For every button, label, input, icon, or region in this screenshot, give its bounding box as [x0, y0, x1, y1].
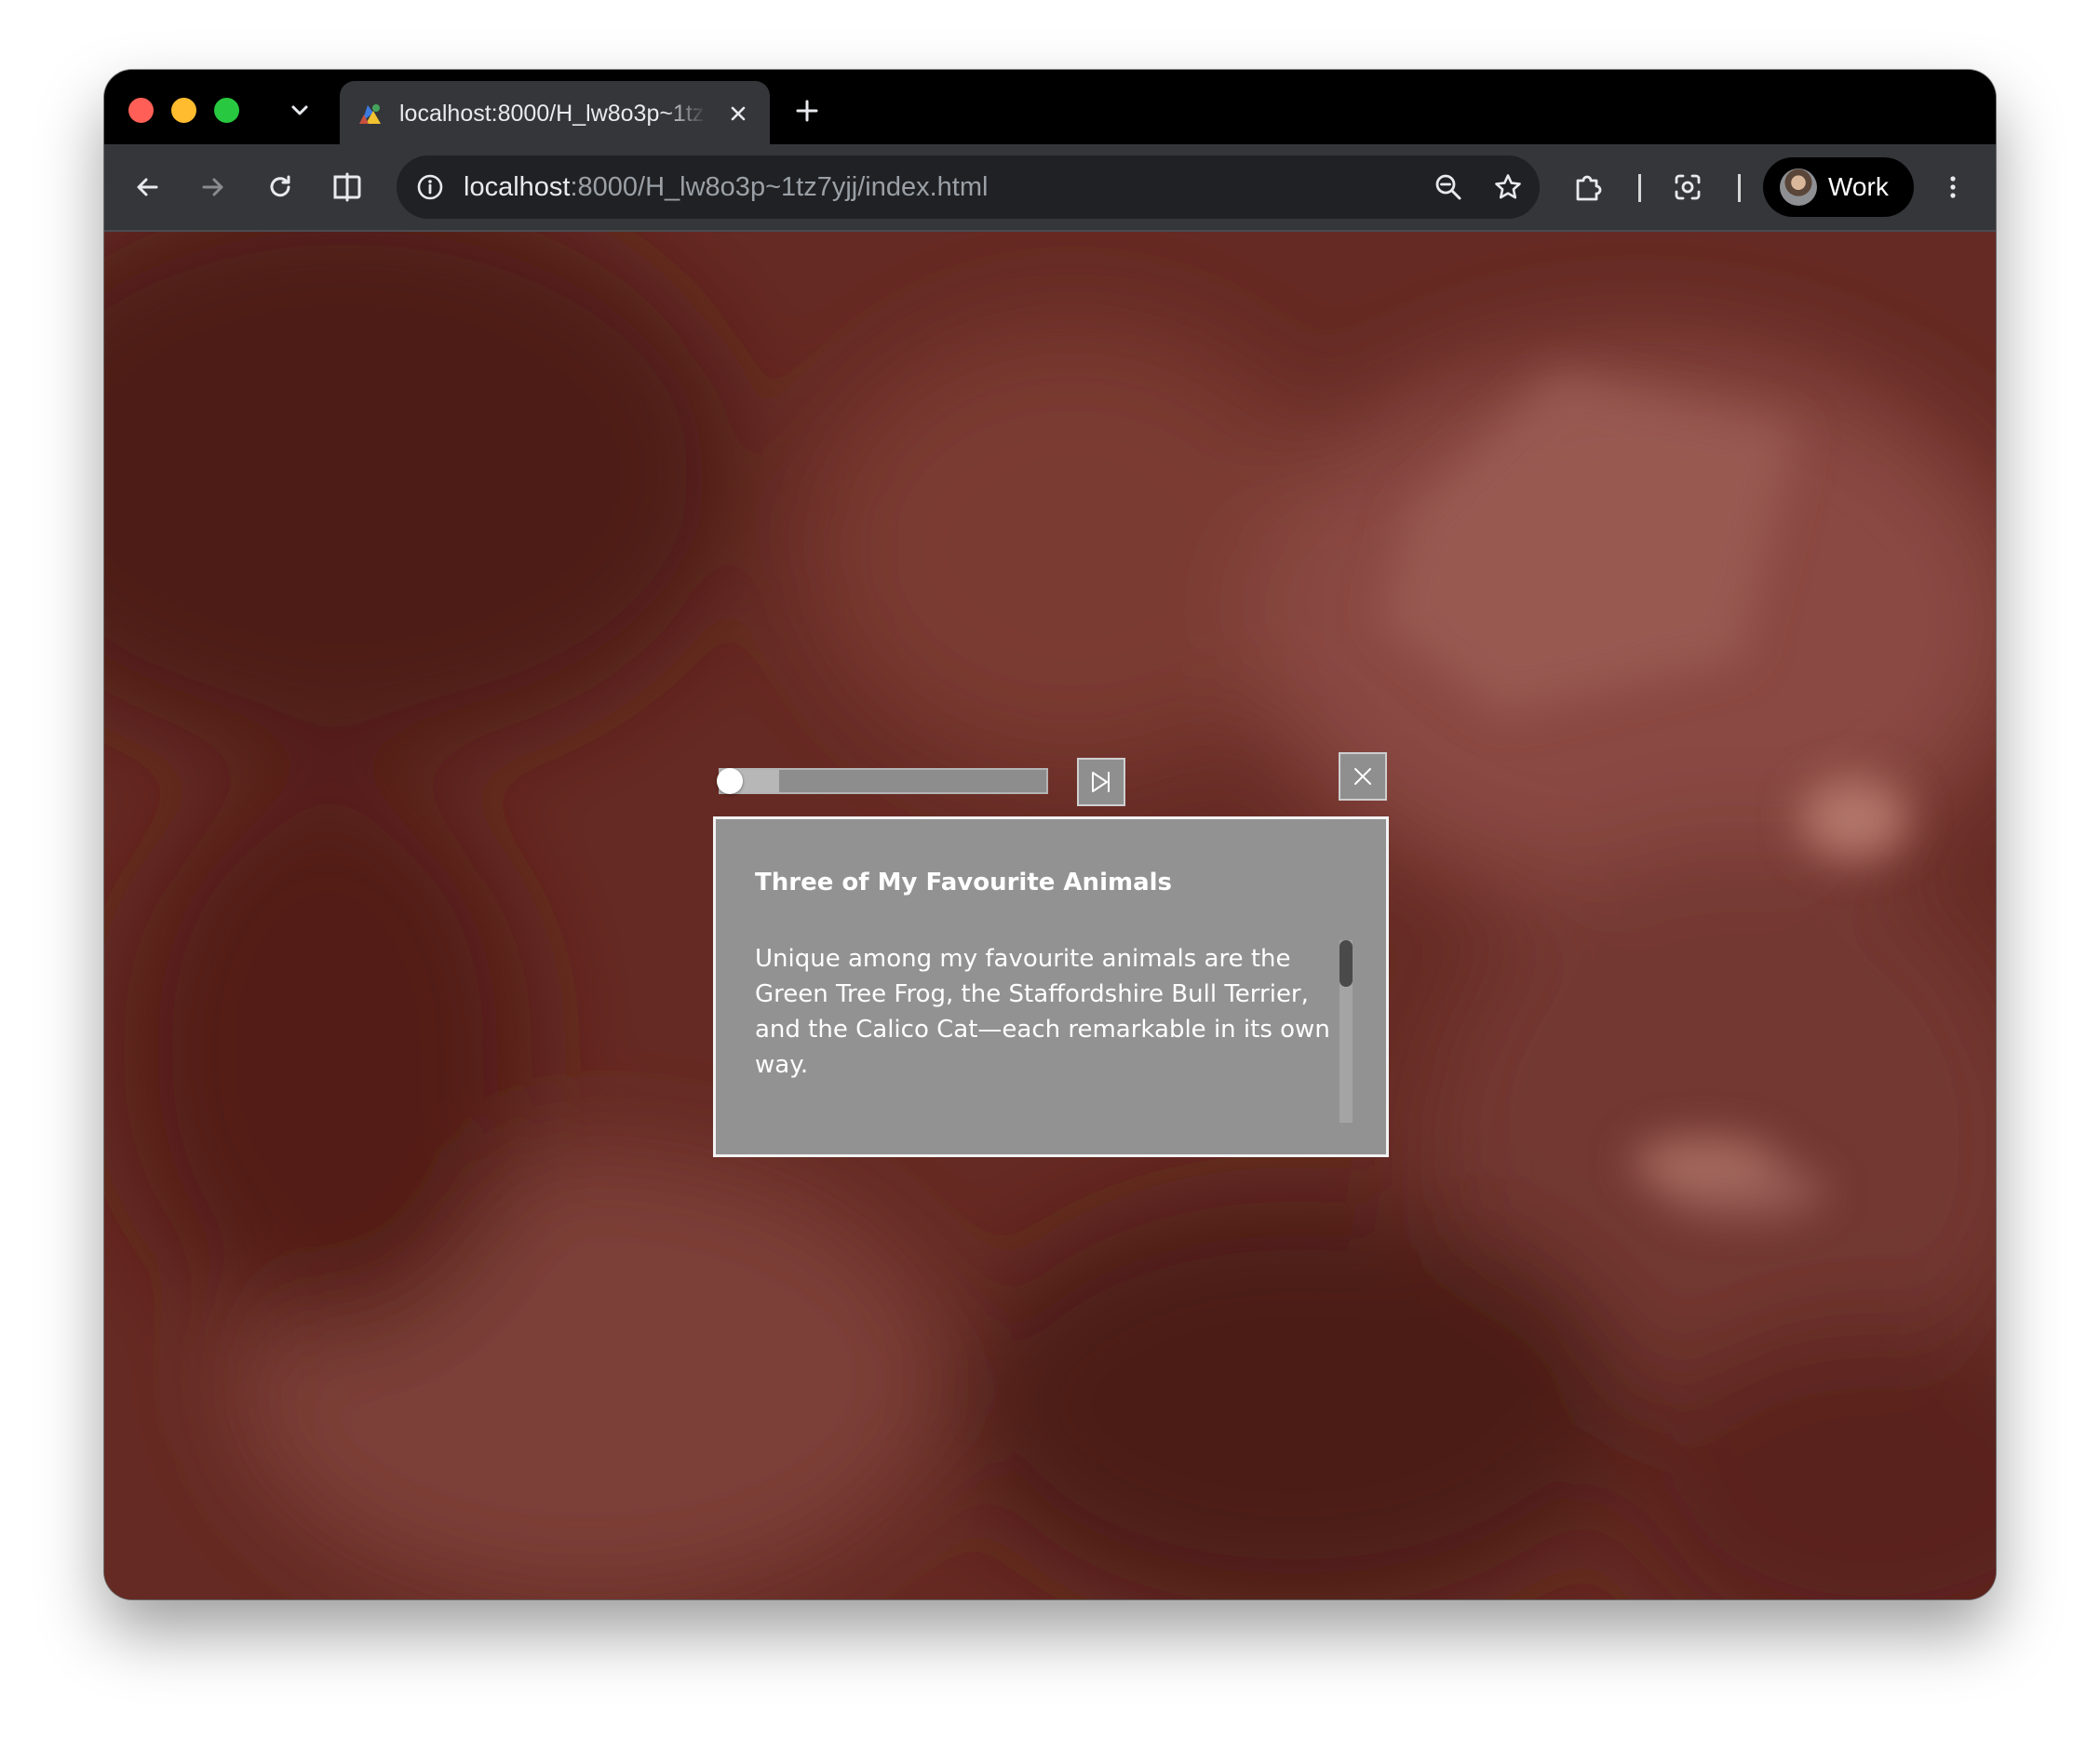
dialog-title: Three of My Favourite Animals [755, 869, 1173, 896]
bookmark-button[interactable] [1488, 167, 1528, 208]
window-close-button[interactable] [128, 98, 154, 123]
tab-close-button[interactable] [721, 97, 755, 130]
extensions-button[interactable] [1566, 165, 1610, 209]
chevron-down-icon [291, 105, 308, 115]
tab-strip: localhost:8000/H_lw8o3p~1tz7yjj/index.ht… [104, 70, 1996, 144]
progress-handle[interactable] [717, 768, 743, 794]
dialog-body-text: Unique among my favourite animals are th… [755, 945, 1330, 1079]
content-dialog: Three of My Favourite Animals Unique amo… [713, 816, 1389, 1157]
url-text[interactable]: localhost:8000/H_lw8o3p~1tz7yjj/index.ht… [464, 170, 988, 204]
plus-icon [796, 100, 818, 122]
back-button[interactable] [125, 165, 169, 209]
url-host: localhost [464, 172, 571, 202]
arrow-right-icon [202, 178, 223, 196]
tab-title: localhost:8000/H_lw8o3p~1tz7yjj/index.ht… [399, 101, 707, 127]
dialog-scrollbar-thumb[interactable] [1339, 940, 1353, 987]
split-view-button[interactable] [325, 165, 370, 209]
progress-bar[interactable] [719, 768, 1048, 794]
colorful-app-favicon-icon [359, 104, 381, 124]
zoom-out-icon [1435, 174, 1461, 200]
skip-button[interactable] [1077, 758, 1125, 806]
site-info-button[interactable] [410, 167, 451, 208]
info-icon [417, 174, 443, 200]
star-icon [1495, 174, 1521, 199]
browser-tab-active[interactable]: localhost:8000/H_lw8o3p~1tz7yjj/index.ht… [340, 81, 770, 144]
url-path: :8000/H_lw8o3p~1tz7yjj/index.html [570, 172, 989, 202]
browser-toolbar: localhost:8000/H_lw8o3p~1tz7yjj/index.ht… [104, 144, 1996, 232]
avatar [1780, 169, 1817, 206]
split-view-icon [333, 172, 361, 202]
close-icon [731, 106, 746, 121]
arrow-left-icon [137, 178, 158, 196]
new-tab-button[interactable] [787, 90, 828, 131]
close-icon [1354, 768, 1371, 785]
reload-button[interactable] [258, 165, 303, 209]
browser-menu-button[interactable] [1931, 165, 1975, 209]
dialog-scrollbar[interactable] [1339, 940, 1353, 1123]
tab-list-button[interactable] [279, 90, 320, 131]
screenshot-button[interactable] [1665, 165, 1710, 209]
screenshot-icon [1675, 174, 1701, 200]
reload-icon [270, 175, 290, 197]
address-bar[interactable]: localhost:8000/H_lw8o3p~1tz7yjj/index.ht… [397, 155, 1540, 219]
puzzle-icon [1576, 175, 1602, 201]
dialog-close-button[interactable] [1339, 752, 1387, 801]
kebab-menu-icon [1950, 176, 1956, 198]
forward-button[interactable] [191, 165, 236, 209]
toolbar-divider [1638, 174, 1641, 202]
window-minimize-button[interactable] [171, 98, 196, 123]
page-viewport: Three of My Favourite Animals Unique amo… [104, 232, 1996, 1599]
profile-label: Work [1828, 172, 1889, 201]
profile-button[interactable]: Work [1763, 157, 1914, 217]
window-maximize-button[interactable] [214, 98, 239, 123]
toolbar-divider [1738, 174, 1741, 202]
skip-to-end-icon [1092, 772, 1110, 792]
browser-window: localhost:8000/H_lw8o3p~1tz7yjj/index.ht… [104, 70, 1996, 1599]
zoom-button[interactable] [1428, 167, 1469, 208]
